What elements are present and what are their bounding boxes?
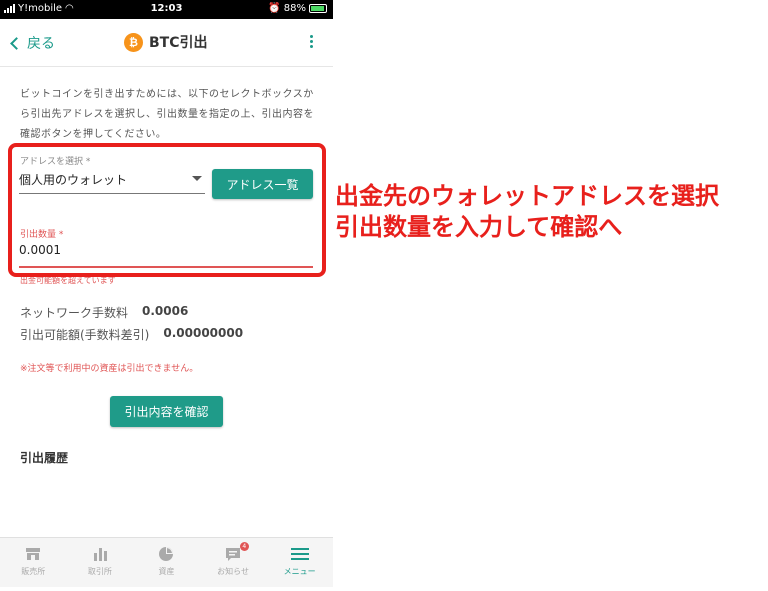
status-right: ⏰ 88% bbox=[268, 3, 327, 14]
network-fee-value: 0.0006 bbox=[142, 304, 189, 318]
tab-assets[interactable]: 資産 bbox=[133, 538, 200, 587]
back-button[interactable]: 戻る bbox=[10, 33, 55, 53]
tab-label: お知らせ bbox=[217, 567, 249, 576]
withdrawable-label: 引出可能額(手数料差引) bbox=[20, 328, 150, 342]
tab-menu[interactable]: メニュー bbox=[266, 538, 333, 587]
shop-icon bbox=[24, 546, 42, 562]
navigation-bar: 戻る ₿ BTC引出 bbox=[0, 19, 333, 67]
warning-text: ※注文等で利用中の資産は引出できません。 bbox=[20, 364, 199, 374]
bottom-tab-bar: 販売所 取引所 資産 4 お知らせ メニュー bbox=[0, 537, 333, 587]
withdrawable-value: 0.00000000 bbox=[163, 326, 244, 340]
network-fee-row: ネットワーク手数料 0.0006 bbox=[20, 304, 188, 321]
more-options-icon[interactable] bbox=[310, 35, 313, 48]
page-title: ₿ BTC引出 bbox=[124, 32, 208, 52]
tab-exchange[interactable]: 取引所 bbox=[67, 538, 134, 587]
history-title: 引出履歴 bbox=[20, 451, 69, 465]
notification-icon bbox=[224, 546, 242, 562]
pie-chart-icon bbox=[157, 546, 175, 562]
tab-label: 取引所 bbox=[87, 567, 112, 576]
annotation-caption: 出金先のウォレットアドレスを選択 引出数量を入力して確認へ bbox=[335, 181, 760, 243]
chevron-left-icon bbox=[10, 37, 23, 50]
menu-icon bbox=[290, 546, 309, 562]
tab-label: 資産 bbox=[158, 567, 175, 576]
confirm-button[interactable]: 引出内容を確認 bbox=[110, 396, 223, 427]
tab-label: 販売所 bbox=[21, 567, 46, 576]
network-fee-label: ネットワーク手数料 bbox=[20, 306, 129, 320]
tab-shop[interactable]: 販売所 bbox=[0, 538, 67, 587]
bar-chart-icon bbox=[91, 546, 109, 562]
annotation-line-1: 出金先のウォレットアドレスを選択 bbox=[335, 182, 719, 210]
back-label: 戻る bbox=[27, 36, 55, 52]
instruction-text: ビットコインを引き出すためには、以下のセレクトボックスから引出先アドレスを選択し… bbox=[20, 89, 314, 140]
tab-label: メニュー bbox=[283, 567, 316, 576]
highlight-frame bbox=[8, 143, 326, 277]
page-title-text: BTC引出 bbox=[149, 35, 208, 51]
phone-screen: Y!mobile ◠ 12:03 ⏰ 88% 戻る ₿ BTC引出 ビットコイン… bbox=[0, 0, 333, 591]
notification-badge: 4 bbox=[239, 542, 249, 551]
tab-notifications[interactable]: 4 お知らせ bbox=[200, 538, 267, 587]
withdrawable-row: 引出可能額(手数料差引) 0.00000000 bbox=[20, 326, 243, 343]
battery-percent: 88% bbox=[283, 3, 306, 14]
annotation-line-2: 引出数量を入力して確認へ bbox=[335, 213, 623, 241]
battery-icon bbox=[309, 4, 327, 13]
alarm-icon: ⏰ bbox=[268, 3, 281, 14]
status-bar: Y!mobile ◠ 12:03 ⏰ 88% bbox=[0, 0, 333, 19]
bitcoin-icon: ₿ bbox=[124, 32, 143, 52]
